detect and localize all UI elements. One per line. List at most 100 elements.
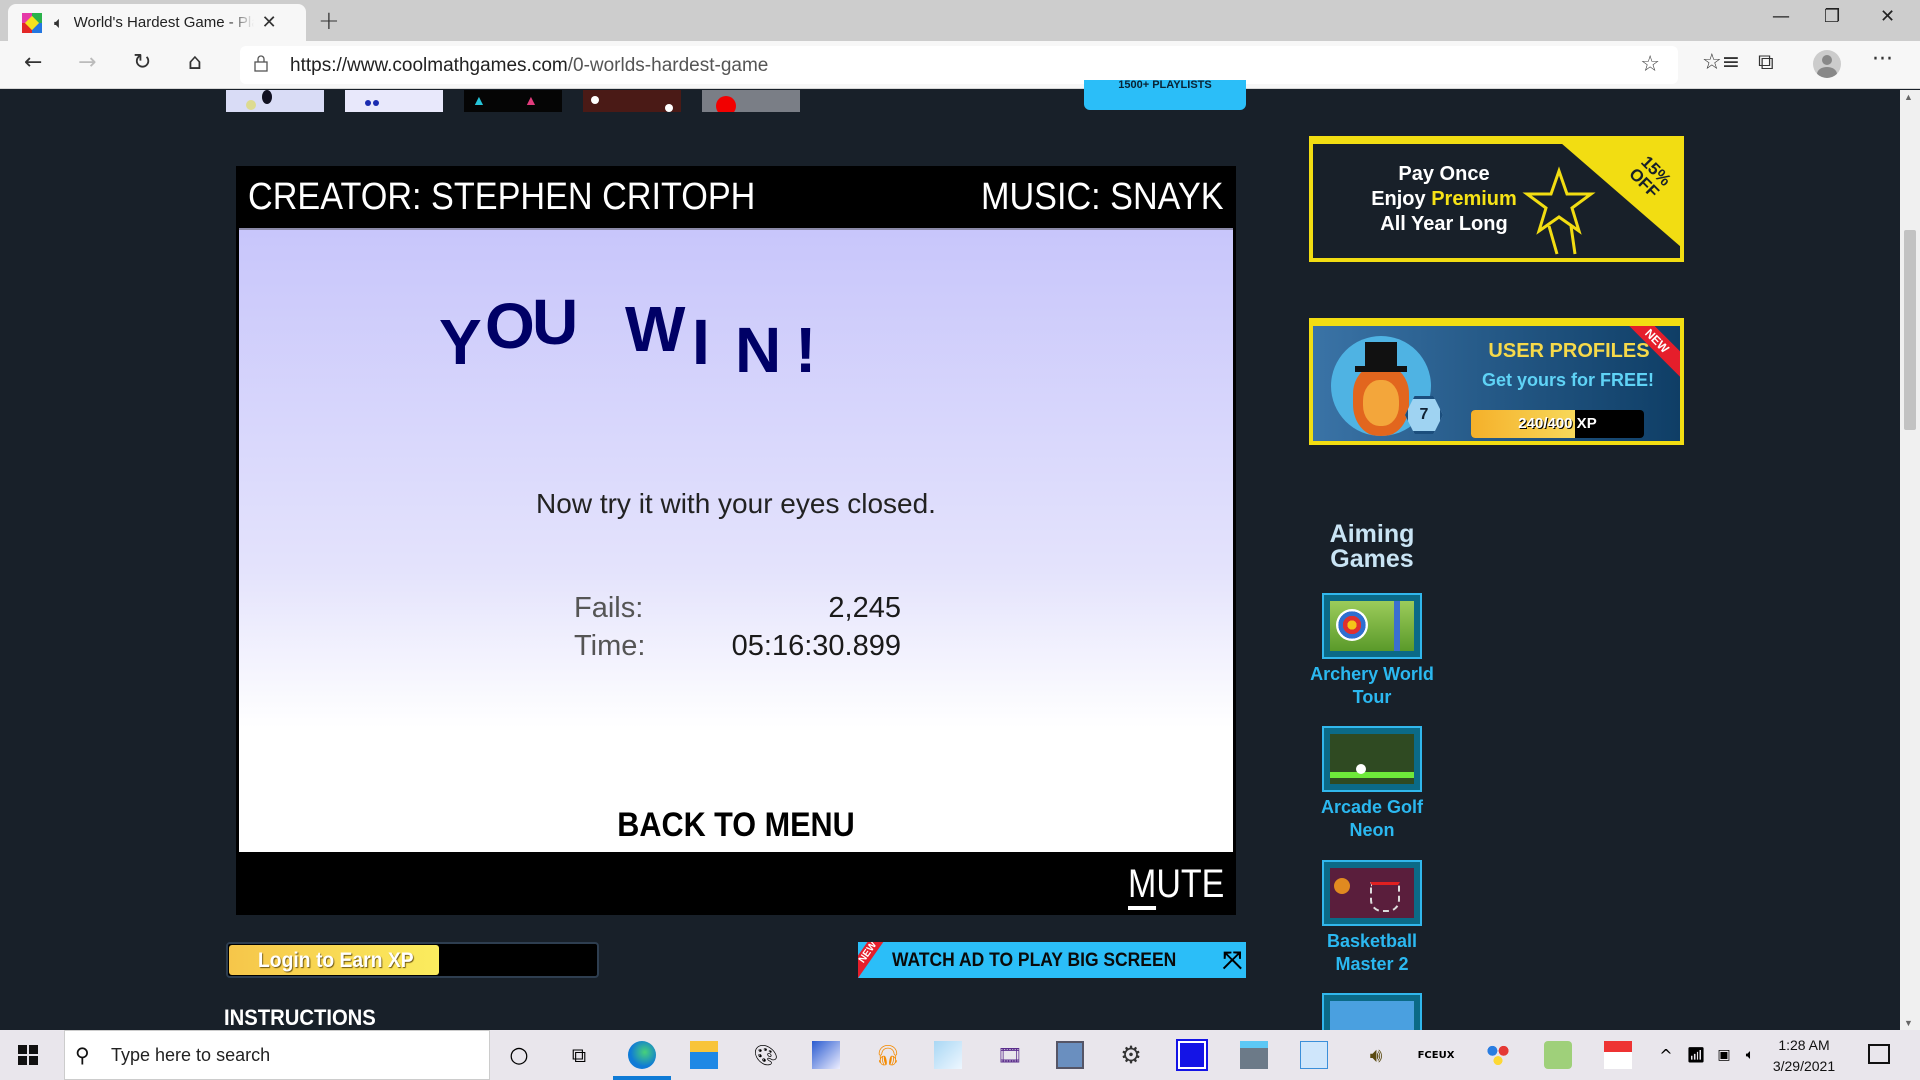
stripe-segment — [1359, 136, 1405, 144]
page-scrollbar[interactable]: ▲ ▼ — [1900, 90, 1920, 1030]
game-thumbnail[interactable]: ▲ ▲ — [464, 90, 562, 112]
fails-value: 2,245 — [828, 592, 901, 624]
video-editor-icon[interactable]: 🎞︎ — [996, 1041, 1024, 1069]
game-tile-basketball[interactable] — [1322, 860, 1422, 926]
home-button[interactable]: ⌂ — [188, 50, 202, 75]
remote-desktop-icon[interactable] — [1056, 1041, 1084, 1069]
green-app-icon[interactable] — [1544, 1041, 1572, 1069]
settings-icon[interactable]: ⚙ — [1117, 1041, 1145, 1069]
back-button[interactable]: ← — [24, 50, 42, 75]
edge-icon[interactable] — [628, 1041, 656, 1069]
stripe-segment — [1451, 318, 1497, 326]
windows-start-icon[interactable] — [18, 1045, 38, 1065]
tab-close-icon[interactable]: ✕ — [262, 12, 277, 33]
instructions-heading: INSTRUCTIONS — [224, 1005, 376, 1030]
playlists-button[interactable]: 1500+ PLAYLISTS — [1084, 80, 1246, 110]
paint-icon[interactable]: 🎨︎ — [752, 1041, 780, 1069]
browser-tab[interactable]: 🔈︎ World's Hardest Game - Play ✕ — [8, 4, 306, 41]
lock-icon[interactable] — [254, 55, 268, 72]
win-letter: N — [735, 314, 782, 386]
audacity-icon[interactable]: 🎧︎ — [874, 1041, 902, 1069]
address-toolbar: ← → ↻ ⌂ https://www.coolmathgames.com/0-… — [0, 41, 1920, 89]
premium-ad[interactable]: Pay Once Enjoy Premium All Year Long 15%… — [1309, 136, 1684, 262]
taskbar-search-box[interactable]: ⚲ Type here to search — [64, 1030, 490, 1080]
new-tab-button[interactable]: + — [318, 6, 340, 36]
search-placeholder: Type here to search — [111, 1045, 271, 1065]
profiles-title: USER PROFILES — [1488, 340, 1650, 362]
more-menu-icon[interactable]: ··· — [1872, 47, 1893, 72]
reload-button[interactable]: ↻ — [133, 50, 151, 75]
collections-icon[interactable]: ⧉ — [1758, 50, 1774, 75]
wifi-icon[interactable]: 📶︎ — [1682, 1041, 1710, 1069]
watch-ad-big-screen-button[interactable]: NEW WATCH AD TO PLAY BIG SCREEN ⤧ — [858, 942, 1246, 978]
tab-title: World's Hardest Game - Play — [73, 14, 254, 31]
xp-text: 240/400 XP — [1518, 415, 1597, 432]
add-favorite-icon[interactable]: ☆ — [1640, 52, 1660, 77]
close-window-button[interactable]: ✕ — [1880, 6, 1895, 27]
file-explorer-icon[interactable] — [690, 1041, 718, 1069]
watch-ad-label: WATCH AD TO PLAY BIG SCREEN — [892, 950, 1177, 971]
game-tile-archery[interactable] — [1322, 593, 1422, 659]
music-credit: MUSIC: SNAYK — [981, 176, 1224, 218]
golf-thumbnail — [1330, 734, 1414, 784]
game-thumbnail[interactable] — [583, 90, 681, 112]
volume-icon[interactable]: 🔈︎ — [1736, 1041, 1764, 1069]
scrollbar-thumb[interactable] — [1904, 230, 1916, 430]
game-thumbnail[interactable] — [702, 90, 800, 112]
scroll-down-arrow[interactable]: ▼ — [1904, 1018, 1913, 1028]
expand-icon: ⤧ — [1222, 946, 1242, 974]
game-thumbnail[interactable] — [345, 90, 443, 112]
user-profiles-ad[interactable]: 7 USER PROFILES Get yours for FREE! 240/… — [1309, 318, 1684, 445]
cortana-icon[interactable]: ○ — [505, 1041, 533, 1069]
speaker-icon[interactable]: 🔈︎ — [54, 13, 64, 33]
win-letter: W — [625, 293, 686, 365]
app-blue-icon[interactable] — [1176, 1039, 1208, 1071]
mute-button[interactable]: MUTE — [1127, 862, 1224, 910]
taskbar-clock[interactable]: 1:28 AM 3/29/2021 — [1768, 1035, 1840, 1077]
minimize-button[interactable]: — — [1772, 6, 1790, 27]
stripe-segment — [1497, 318, 1543, 326]
show-hidden-icons-chevron[interactable]: ^ — [1652, 1041, 1680, 1069]
win-letter: O — [485, 290, 535, 362]
forward-button[interactable]: → — [78, 50, 96, 75]
stripe-segment — [1588, 136, 1634, 144]
game-name-basketball[interactable]: Basketball Master 2 — [1296, 930, 1448, 976]
battery-icon[interactable]: ▣ — [1710, 1041, 1738, 1069]
url-text[interactable]: https://www.coolmathgames.com/0-worlds-h… — [290, 55, 768, 77]
control-panel-icon[interactable] — [1300, 1041, 1328, 1069]
task-view-icon[interactable]: ⧉ — [565, 1041, 593, 1069]
profile-avatar[interactable] — [1813, 50, 1841, 78]
login-label: Login to Earn XP — [258, 949, 414, 972]
creator-credit: CREATOR: STEPHEN CRITOPH — [248, 176, 756, 218]
game-frame[interactable]: CREATOR: STEPHEN CRITOPH MUSIC: SNAYK Y … — [236, 166, 1236, 915]
game-thumbnail[interactable] — [226, 90, 324, 112]
calculator-icon[interactable] — [1240, 1041, 1268, 1069]
game-name-archery[interactable]: Archery World Tour — [1296, 663, 1448, 709]
stripe-segment — [1588, 318, 1634, 326]
photo-editor-icon[interactable] — [812, 1041, 840, 1069]
stripe-segment — [1634, 318, 1680, 326]
new-badge: NEW — [858, 942, 891, 978]
win-letter: ! — [795, 314, 817, 386]
piano-app-icon[interactable] — [1604, 1041, 1632, 1069]
fceux-icon[interactable]: FCEUX — [1418, 1041, 1455, 1069]
favorites-icon[interactable]: ☆≡ — [1702, 50, 1740, 75]
restore-button[interactable]: ❐ — [1824, 6, 1840, 27]
speaker-app-icon[interactable]: 🔊︎ — [1362, 1041, 1390, 1069]
notifications-icon[interactable] — [1868, 1044, 1890, 1064]
notepad-icon[interactable] — [934, 1041, 962, 1069]
game-tile-partial[interactable] — [1322, 993, 1422, 1051]
back-to-menu-button[interactable]: BACK TO MENU — [289, 806, 1184, 845]
active-app-indicator — [613, 1076, 671, 1080]
stripe-segment — [1313, 136, 1359, 144]
win-letter: Y — [439, 306, 482, 378]
color-app-icon[interactable] — [1484, 1041, 1512, 1069]
game-screen[interactable]: Y O U W I N ! Now try it with your eyes … — [239, 228, 1233, 852]
address-bar[interactable]: https://www.coolmathgames.com/0-worlds-h… — [240, 46, 1678, 84]
login-earn-xp-button[interactable]: Login to Earn XP — [226, 942, 599, 978]
you-win-title: Y O U W I N ! — [239, 230, 1233, 430]
game-tile-golf[interactable] — [1322, 726, 1422, 792]
scroll-up-arrow[interactable]: ▲ — [1904, 92, 1913, 102]
win-letter: U — [532, 286, 579, 358]
game-name-golf[interactable]: Arcade Golf Neon — [1296, 796, 1448, 842]
